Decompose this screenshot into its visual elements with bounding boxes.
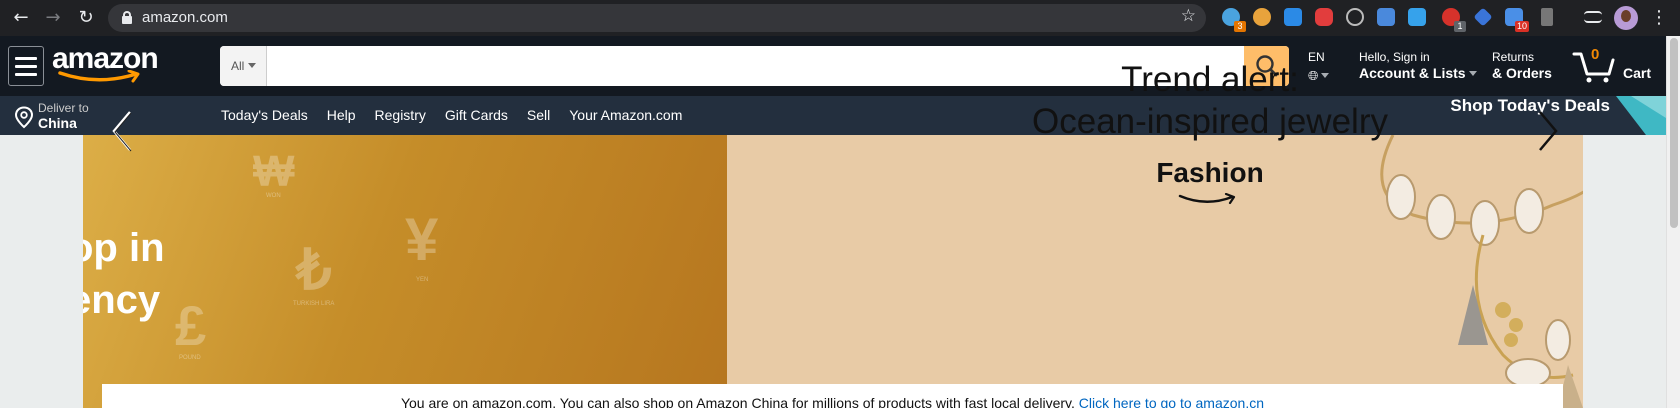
caret-down-icon: [1468, 71, 1477, 76]
nav-link-your-amazon[interactable]: Your Amazon.com: [569, 96, 692, 135]
nav-link-todays-deals[interactable]: Today's Deals: [221, 96, 318, 135]
profile-avatar[interactable]: [1614, 6, 1638, 30]
deliver-country: China: [38, 115, 77, 131]
currency-label: POUND: [179, 355, 201, 361]
pound-symbol: £: [175, 294, 207, 357]
sub-nav-links: Today's Deals Help Registry Gift Cards S…: [221, 96, 701, 135]
extension-1-icon[interactable]: 3: [1222, 8, 1246, 32]
scrollbar-thumb[interactable]: [1670, 38, 1678, 228]
sub-navigation: Deliver to China Today's Deals Help Regi…: [0, 96, 1666, 135]
adblock-extension-icon[interactable]: 1: [1442, 8, 1466, 32]
nav-link-help[interactable]: Help: [327, 96, 366, 135]
youtube-extension-icon[interactable]: [1315, 8, 1333, 26]
orders-label: & Orders: [1492, 65, 1552, 81]
deliver-to-label: Deliver to: [38, 101, 89, 115]
extension-2-icon[interactable]: [1253, 8, 1271, 26]
more-menu-icon[interactable]: ⋮: [1650, 6, 1668, 30]
reload-icon[interactable]: ↻: [74, 6, 98, 30]
currency-label: YEN: [416, 277, 429, 283]
diamond-extension-icon[interactable]: [1473, 7, 1493, 27]
yen-symbol: ¥: [405, 206, 439, 273]
returns-label: Returns: [1492, 50, 1535, 64]
page-scrollbar[interactable]: [1666, 36, 1680, 408]
amazon-china-notice: You are on amazon.com. You can also shop…: [102, 384, 1563, 408]
search-department-select[interactable]: All: [220, 46, 267, 86]
url-text[interactable]: amazon.com: [142, 4, 228, 32]
currency-label: TURKISH LIRA: [293, 301, 335, 307]
amazon-logo[interactable]: amazon: [52, 42, 159, 83]
calendar-extension-icon[interactable]: [1377, 8, 1395, 26]
nav-link-registry[interactable]: Registry: [375, 96, 436, 135]
bookmark-star-icon[interactable]: ☆: [1181, 6, 1196, 26]
amazon-header: amazon All EN 🌐︎ Hello, Sign in Account …: [0, 36, 1666, 96]
won-symbol: ₩: [253, 147, 295, 196]
promo-text: Shop Today's Deals: [1450, 96, 1610, 115]
grid-extension-icon[interactable]: 10: [1505, 8, 1529, 32]
nav-link-gift-cards[interactable]: Gift Cards: [445, 96, 518, 135]
hamburger-menu-icon[interactable]: [8, 46, 44, 86]
hero-left-headline: op in ency: [83, 226, 165, 322]
currency-slide-panel: ₩ WON ¥ YEN ₺ TURKISH LIRA £ POUND op in…: [83, 135, 727, 408]
search-department-label: All: [231, 59, 245, 73]
currency-label: WON: [266, 193, 281, 199]
back-arrow-icon[interactable]: ←: [9, 6, 33, 30]
cart-link[interactable]: 0 Cart: [1572, 46, 1651, 84]
amazon-cn-link[interactable]: Click here to go to amazon.cn: [1079, 395, 1264, 408]
notice-text: You are on amazon.com. You can also shop…: [400, 395, 1079, 408]
amazon-smile-icon: [1178, 193, 1236, 205]
returns-orders-link[interactable]: Returns & Orders: [1492, 50, 1552, 82]
cart-count: 0: [1591, 46, 1600, 63]
extension-badge: 10: [1514, 21, 1529, 32]
lira-symbol: ₺: [296, 238, 332, 301]
carousel-next-arrow-icon[interactable]: [1532, 106, 1562, 156]
pen-extension-icon[interactable]: [1408, 8, 1426, 26]
location-pin-icon: [14, 106, 34, 129]
download-arrow-icon[interactable]: [1541, 8, 1553, 26]
glasses-extension-icon[interactable]: [1346, 8, 1364, 26]
caret-down-icon: [248, 63, 257, 68]
hero-title[interactable]: Trend alert: Ocean-inspired jewelry: [1020, 59, 1400, 143]
address-bar[interactable]: amazon.com ☆: [108, 4, 1206, 32]
hero-brand[interactable]: Fashion: [1020, 157, 1400, 189]
extension-badge: 1: [1454, 21, 1466, 32]
extension-badge: 3: [1234, 21, 1246, 32]
download-extension-icon[interactable]: [1284, 8, 1302, 26]
lock-icon[interactable]: [122, 11, 132, 24]
browser-toolbar: ← → ↻ amazon.com ☆ 3 1 10 ⋮: [0, 0, 1680, 36]
nav-link-sell[interactable]: Sell: [527, 96, 560, 135]
cart-label: Cart: [1623, 65, 1652, 81]
carousel-prev-arrow-icon[interactable]: [108, 106, 138, 156]
forward-arrow-icon[interactable]: →: [41, 6, 65, 30]
media-queue-icon[interactable]: [1584, 11, 1602, 23]
